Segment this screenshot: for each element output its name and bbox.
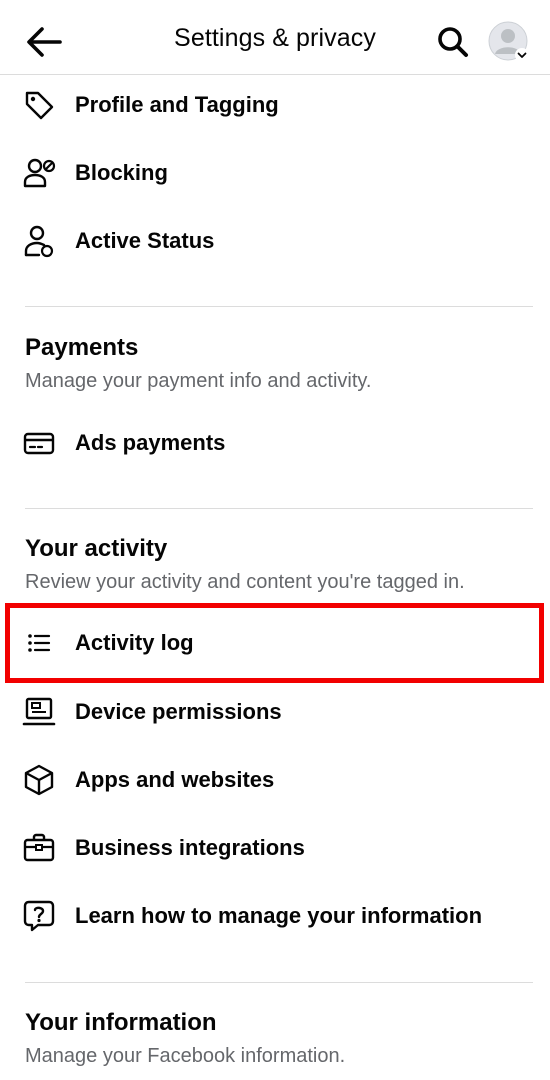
item-label: Activity log bbox=[75, 630, 194, 655]
item-label: Profile and Tagging bbox=[75, 92, 279, 117]
search-icon[interactable] bbox=[436, 25, 470, 59]
item-label: Learn how to manage your information bbox=[75, 903, 483, 928]
blocking-item[interactable]: Blocking bbox=[0, 145, 550, 201]
section-divider bbox=[25, 982, 533, 983]
active-status-item[interactable]: Active Status bbox=[0, 213, 550, 269]
top-bar: Settings & privacy bbox=[0, 0, 550, 75]
activity-log-item[interactable]: Activity log bbox=[0, 615, 550, 671]
item-label: Apps and websites bbox=[75, 767, 275, 792]
apps-and-websites-item[interactable]: Apps and websites bbox=[0, 752, 550, 808]
briefcase-icon bbox=[22, 831, 56, 865]
item-label: Blocking bbox=[75, 160, 168, 185]
section-divider bbox=[25, 508, 533, 509]
profile-and-tagging-item[interactable]: Profile and Tagging bbox=[0, 77, 550, 133]
payments-section-subtitle: Manage your payment info and activity. bbox=[25, 370, 372, 392]
device-permissions-item[interactable]: Device permissions bbox=[0, 684, 550, 740]
profile-avatar-menu[interactable] bbox=[487, 20, 531, 64]
cube-icon bbox=[22, 763, 56, 797]
your-activity-section-title: Your activity bbox=[25, 535, 168, 562]
device-icon bbox=[22, 695, 56, 729]
item-label: Device permissions bbox=[75, 699, 282, 724]
business-integrations-item[interactable]: Business integrations bbox=[0, 820, 550, 876]
learn-manage-information-item[interactable]: Learn how to manage your information bbox=[0, 888, 550, 944]
item-label: Ads payments bbox=[75, 430, 226, 455]
payments-section-title: Payments bbox=[25, 334, 139, 361]
list-icon bbox=[22, 626, 56, 660]
your-information-section-title: Your information bbox=[25, 1009, 217, 1036]
active-status-icon bbox=[22, 224, 56, 258]
credit-card-icon bbox=[22, 426, 56, 460]
item-label: Business integrations bbox=[75, 835, 305, 860]
item-label: Active Status bbox=[75, 228, 215, 253]
your-information-section-subtitle: Manage your Facebook information. bbox=[25, 1045, 346, 1067]
section-divider bbox=[25, 306, 533, 307]
ads-payments-item[interactable]: Ads payments bbox=[0, 415, 550, 471]
tag-icon bbox=[22, 88, 56, 122]
your-activity-section-subtitle: Review your activity and content you're … bbox=[25, 571, 465, 593]
question-chat-icon bbox=[22, 899, 56, 933]
blocked-user-icon bbox=[22, 156, 56, 190]
